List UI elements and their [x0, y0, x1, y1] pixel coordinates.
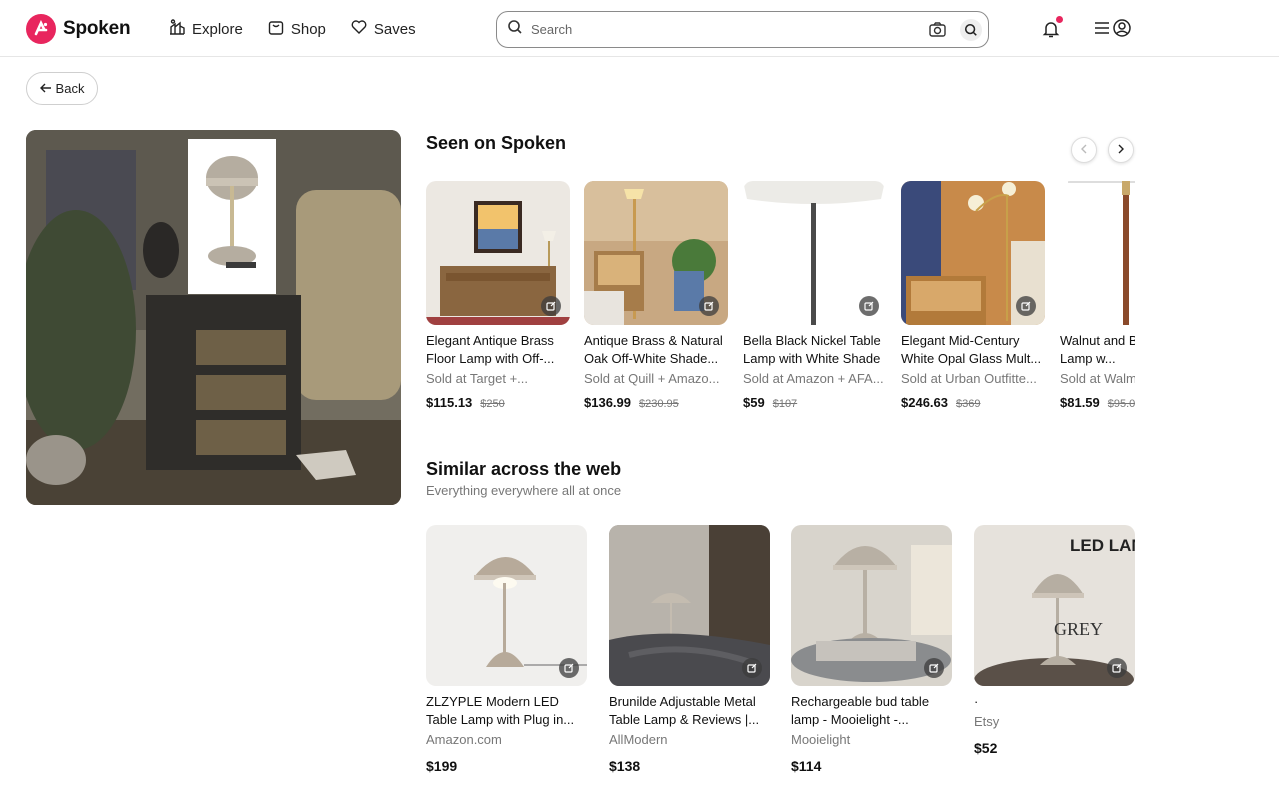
main-scene-image[interactable]	[26, 130, 401, 505]
similar-title-text[interactable]: Rechargeable bud table lamp - Mooielight…	[791, 693, 952, 729]
grey-caption: GREY	[1054, 619, 1103, 639]
product-original-price: $369	[956, 398, 981, 410]
similar-grid: ZLZYPLE Modern LED Table Lamp with Plug …	[426, 525, 1135, 785]
edit-icon[interactable]	[924, 658, 944, 678]
similar-seller: AllModern	[609, 732, 668, 747]
nav-shop[interactable]: Shop	[267, 18, 326, 40]
search-input[interactable]	[531, 22, 929, 37]
product-card[interactable]: Walnut and B... Floor Lamp w... Sold at …	[1060, 181, 1135, 421]
product-seller: Sold at Quill + Amazo...	[584, 371, 720, 386]
chevron-right-icon	[1117, 141, 1125, 159]
edit-icon[interactable]	[1016, 296, 1036, 316]
user-avatar-icon	[1113, 19, 1131, 42]
product-original-price: $95.0...	[1107, 398, 1135, 410]
search-icon	[507, 19, 523, 40]
similar-title-text[interactable]: Brunilde Adjustable Metal Table Lamp & R…	[609, 693, 770, 729]
product-card[interactable]: Bella Black Nickel Table Lamp with White…	[743, 181, 885, 421]
product-card[interactable]: Antique Brass & Natural Oak Off-White Sh…	[584, 181, 728, 421]
chevron-left-icon	[1080, 141, 1088, 159]
edit-icon[interactable]	[859, 296, 879, 316]
similar-card[interactable]: Brunilde Adjustable Metal Table Lamp & R…	[609, 525, 770, 785]
product-seller: Sold at Urban Outfitte...	[901, 371, 1037, 386]
arrow-left-icon	[39, 81, 52, 96]
explore-icon	[168, 18, 186, 40]
product-title[interactable]: Bella Black Nickel Table Lamp with White…	[743, 332, 887, 368]
similar-price: $199	[426, 758, 458, 774]
carousel-next-button[interactable]	[1108, 137, 1134, 163]
product-card[interactable]: Elegant Mid-Century White Opal Glass Mul…	[901, 181, 1045, 421]
similar-title-text[interactable]: ·	[974, 693, 1135, 711]
product-price: $59	[743, 395, 765, 410]
hamburger-icon	[1094, 21, 1110, 40]
back-label: Back	[55, 81, 85, 96]
seen-on-title: Seen on Spoken	[426, 133, 567, 153]
similar-price: $52	[974, 740, 998, 756]
edit-icon[interactable]	[742, 658, 762, 678]
product-seller: Sold at Walm...	[1060, 371, 1135, 386]
edit-icon[interactable]	[559, 658, 579, 678]
heart-icon	[350, 18, 368, 40]
similar-title-text[interactable]: ZLZYPLE Modern LED Table Lamp with Plug …	[426, 693, 587, 729]
similar-price: $138	[609, 758, 641, 774]
product-original-price: $230.95	[639, 398, 679, 410]
product-title[interactable]: Antique Brass & Natural Oak Off-White Sh…	[584, 332, 728, 368]
product-image[interactable]	[1060, 181, 1135, 325]
product-title[interactable]: Elegant Antique Brass Floor Lamp with Of…	[426, 332, 570, 368]
nav-explore[interactable]: Explore	[168, 18, 243, 40]
product-seller: Sold at Amazon + AFA...	[743, 371, 884, 386]
main-nav: Explore Shop Saves	[168, 18, 440, 40]
shop-bag-icon	[267, 18, 285, 40]
spoken-logo-icon	[26, 14, 56, 44]
similar-subtitle: Everything everywhere all at once	[426, 483, 622, 498]
product-price: $246.63	[901, 395, 948, 410]
product-price: $81.59	[1060, 395, 1100, 410]
product-price: $115.13	[426, 395, 473, 410]
edit-icon[interactable]	[541, 296, 561, 316]
product-card[interactable]: Elegant Antique Brass Floor Lamp with Of…	[426, 181, 570, 421]
carousel-prev-button[interactable]	[1071, 137, 1097, 163]
camera-icon[interactable]	[929, 22, 946, 37]
similar-title: Similar across the web	[426, 459, 622, 479]
similar-card[interactable]: Rechargeable bud table lamp - Mooielight…	[791, 525, 952, 785]
product-title[interactable]: Elegant Mid-Century White Opal Glass Mul…	[901, 332, 1045, 368]
product-title[interactable]: Walnut and B... Floor Lamp w...	[1060, 332, 1135, 368]
logo[interactable]: Spoken	[26, 14, 131, 44]
search-bar	[496, 11, 989, 48]
search-submit-button[interactable]	[960, 18, 982, 41]
notification-dot	[1056, 16, 1063, 23]
nav-saves[interactable]: Saves	[350, 18, 416, 40]
top-header: Spoken Explore Shop Saves	[0, 0, 1279, 57]
similar-seller: Mooielight	[791, 732, 851, 747]
brand-name: Spoken	[63, 18, 131, 39]
back-button[interactable]: Back	[26, 72, 98, 105]
product-price: $136.99	[584, 395, 631, 410]
product-original-price: $250	[480, 398, 505, 410]
similar-seller: Amazon.com	[426, 732, 502, 747]
similar-card[interactable]: ZLZYPLE Modern LED Table Lamp with Plug …	[426, 525, 587, 785]
nav-saves-label: Saves	[373, 20, 416, 38]
product-seller: Sold at Target +...	[426, 371, 529, 386]
similar-price: $114	[791, 758, 822, 774]
led-lamp-caption: LED LAMP	[1070, 536, 1135, 555]
account-menu-button[interactable]	[1094, 19, 1131, 42]
edit-icon[interactable]	[699, 296, 719, 316]
nav-shop-label: Shop	[290, 20, 326, 38]
edit-icon[interactable]	[1107, 658, 1127, 678]
nav-explore-label: Explore	[192, 20, 243, 38]
similar-card[interactable]: LED LAMP GREY · Etsy $52	[974, 525, 1135, 785]
similar-seller: Etsy	[974, 714, 1000, 729]
seen-on-carousel: Elegant Antique Brass Floor Lamp with Of…	[426, 181, 1135, 421]
product-original-price: $107	[772, 398, 798, 410]
